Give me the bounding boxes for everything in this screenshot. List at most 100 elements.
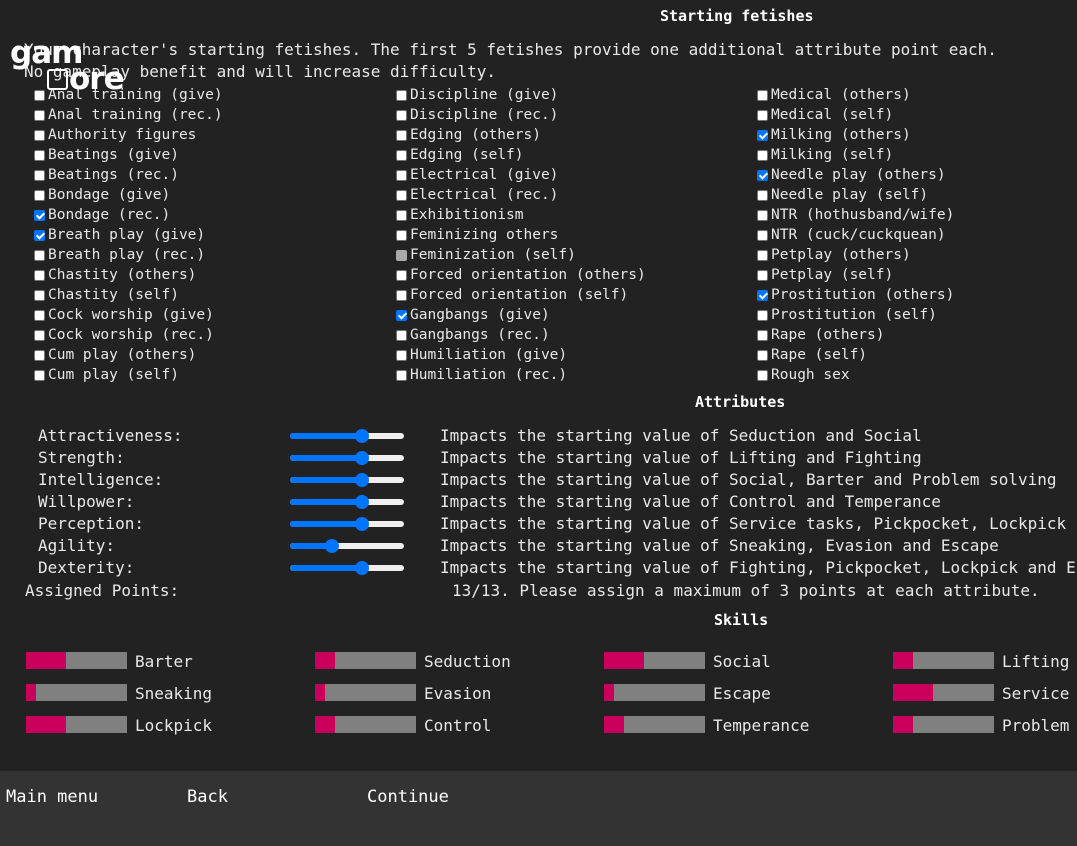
attribute-slider-dexterity[interactable]: [290, 561, 404, 575]
fetish-checkbox[interactable]: [396, 109, 407, 121]
fetish-item-humiliation-give[interactable]: Humiliation (give): [396, 345, 646, 365]
fetish-item-petplay-self[interactable]: Petplay (self): [757, 265, 954, 285]
fetish-item-authority-figures[interactable]: Authority figures: [34, 125, 223, 145]
fetish-item-rape-others[interactable]: Rape (others): [757, 325, 954, 345]
fetish-checkbox[interactable]: [396, 149, 407, 161]
fetish-checkbox[interactable]: [34, 269, 45, 281]
fetish-checkbox[interactable]: [396, 349, 407, 361]
slider-thumb[interactable]: [355, 517, 369, 531]
fetish-item-cock-worship-give[interactable]: Cock worship (give): [34, 305, 223, 325]
fetish-item-medical-self[interactable]: Medical (self): [757, 105, 954, 125]
fetish-checkbox[interactable]: [757, 189, 768, 201]
fetish-checkbox[interactable]: [396, 289, 407, 301]
fetish-item-prostitution-self[interactable]: Prostitution (self): [757, 305, 954, 325]
slider-thumb[interactable]: [355, 451, 369, 465]
fetish-item-exhibitionism[interactable]: Exhibitionism: [396, 205, 646, 225]
fetish-checkbox[interactable]: [34, 229, 45, 241]
fetish-checkbox[interactable]: [396, 269, 407, 281]
fetish-item-anal-training-rec[interactable]: Anal training (rec.): [34, 105, 223, 125]
fetish-checkbox[interactable]: [396, 229, 407, 241]
fetish-checkbox[interactable]: [757, 349, 768, 361]
slider-thumb[interactable]: [355, 495, 369, 509]
fetish-checkbox[interactable]: [34, 189, 45, 201]
fetish-item-cum-play-self[interactable]: Cum play (self): [34, 365, 223, 385]
fetish-item-gangbangs-give[interactable]: Gangbangs (give): [396, 305, 646, 325]
fetish-checkbox[interactable]: [396, 329, 407, 341]
fetish-item-edging-self[interactable]: Edging (self): [396, 145, 646, 165]
fetish-checkbox[interactable]: [757, 329, 768, 341]
fetish-checkbox[interactable]: [396, 129, 407, 141]
fetish-checkbox[interactable]: [34, 249, 45, 261]
fetish-item-electrical-rec[interactable]: Electrical (rec.): [396, 185, 646, 205]
fetish-checkbox[interactable]: [396, 369, 407, 381]
fetish-item-needle-play-others[interactable]: Needle play (others): [757, 165, 954, 185]
fetish-checkbox[interactable]: [757, 129, 768, 141]
fetish-checkbox[interactable]: [396, 189, 407, 201]
fetish-item-feminization-self[interactable]: Feminization (self): [396, 245, 646, 265]
slider-thumb[interactable]: [355, 429, 369, 443]
fetish-checkbox[interactable]: [396, 169, 407, 181]
back-button[interactable]: Back: [187, 787, 228, 807]
attribute-slider-attractiveness[interactable]: [290, 429, 404, 443]
fetish-item-needle-play-self[interactable]: Needle play (self): [757, 185, 954, 205]
fetish-checkbox[interactable]: [396, 89, 407, 101]
fetish-item-ntr-cuck-cuckquean[interactable]: NTR (cuck/cuckquean): [757, 225, 954, 245]
fetish-item-beatings-give[interactable]: Beatings (give): [34, 145, 223, 165]
attribute-slider-intelligence[interactable]: [290, 473, 404, 487]
fetish-checkbox[interactable]: [757, 369, 768, 381]
attribute-slider-willpower[interactable]: [290, 495, 404, 509]
fetish-item-cum-play-others[interactable]: Cum play (others): [34, 345, 223, 365]
fetish-checkbox[interactable]: [396, 309, 407, 321]
fetish-item-breath-play-give[interactable]: Breath play (give): [34, 225, 223, 245]
fetish-item-milking-others[interactable]: Milking (others): [757, 125, 954, 145]
fetish-item-gangbangs-rec[interactable]: Gangbangs (rec.): [396, 325, 646, 345]
fetish-checkbox[interactable]: [34, 109, 45, 121]
fetish-item-chastity-self[interactable]: Chastity (self): [34, 285, 223, 305]
fetish-checkbox[interactable]: [757, 309, 768, 321]
fetish-item-breath-play-rec[interactable]: Breath play (rec.): [34, 245, 223, 265]
fetish-item-discipline-give[interactable]: Discipline (give): [396, 85, 646, 105]
fetish-item-forced-orientation-others[interactable]: Forced orientation (others): [396, 265, 646, 285]
attribute-slider-perception[interactable]: [290, 517, 404, 531]
fetish-item-rape-self[interactable]: Rape (self): [757, 345, 954, 365]
fetish-item-prostitution-others[interactable]: Prostitution (others): [757, 285, 954, 305]
fetish-checkbox[interactable]: [34, 129, 45, 141]
slider-thumb[interactable]: [355, 473, 369, 487]
fetish-checkbox[interactable]: [34, 149, 45, 161]
fetish-item-beatings-rec[interactable]: Beatings (rec.): [34, 165, 223, 185]
continue-button[interactable]: Continue: [367, 787, 449, 807]
slider-thumb[interactable]: [325, 539, 339, 553]
fetish-item-feminizing-others[interactable]: Feminizing others: [396, 225, 646, 245]
fetish-checkbox[interactable]: [757, 209, 768, 221]
fetish-checkbox[interactable]: [34, 289, 45, 301]
fetish-checkbox[interactable]: [34, 169, 45, 181]
fetish-checkbox[interactable]: [757, 169, 768, 181]
fetish-checkbox[interactable]: [757, 289, 768, 301]
fetish-item-discipline-rec[interactable]: Discipline (rec.): [396, 105, 646, 125]
fetish-item-ntr-hothusband-wife[interactable]: NTR (hothusband/wife): [757, 205, 954, 225]
slider-thumb[interactable]: [355, 561, 369, 575]
fetish-item-humiliation-rec[interactable]: Humiliation (rec.): [396, 365, 646, 385]
fetish-item-forced-orientation-self[interactable]: Forced orientation (self): [396, 285, 646, 305]
fetish-item-rough-sex[interactable]: Rough sex: [757, 365, 954, 385]
fetish-item-bondage-rec[interactable]: Bondage (rec.): [34, 205, 223, 225]
fetish-item-milking-self[interactable]: Milking (self): [757, 145, 954, 165]
fetish-checkbox[interactable]: [757, 109, 768, 121]
fetish-checkbox[interactable]: [34, 309, 45, 321]
fetish-checkbox[interactable]: [757, 149, 768, 161]
fetish-item-edging-others[interactable]: Edging (others): [396, 125, 646, 145]
fetish-checkbox[interactable]: [34, 369, 45, 381]
fetish-item-chastity-others[interactable]: Chastity (others): [34, 265, 223, 285]
fetish-item-medical-others[interactable]: Medical (others): [757, 85, 954, 105]
fetish-item-bondage-give[interactable]: Bondage (give): [34, 185, 223, 205]
fetish-item-petplay-others[interactable]: Petplay (others): [757, 245, 954, 265]
main-menu-button[interactable]: Main menu: [6, 787, 98, 807]
fetish-checkbox[interactable]: [34, 349, 45, 361]
fetish-checkbox[interactable]: [34, 209, 45, 221]
attribute-slider-agility[interactable]: [290, 539, 404, 553]
fetish-checkbox[interactable]: [757, 249, 768, 261]
fetish-checkbox[interactable]: [34, 329, 45, 341]
fetish-checkbox[interactable]: [757, 269, 768, 281]
fetish-checkbox[interactable]: [757, 89, 768, 101]
fetish-checkbox[interactable]: [396, 209, 407, 221]
